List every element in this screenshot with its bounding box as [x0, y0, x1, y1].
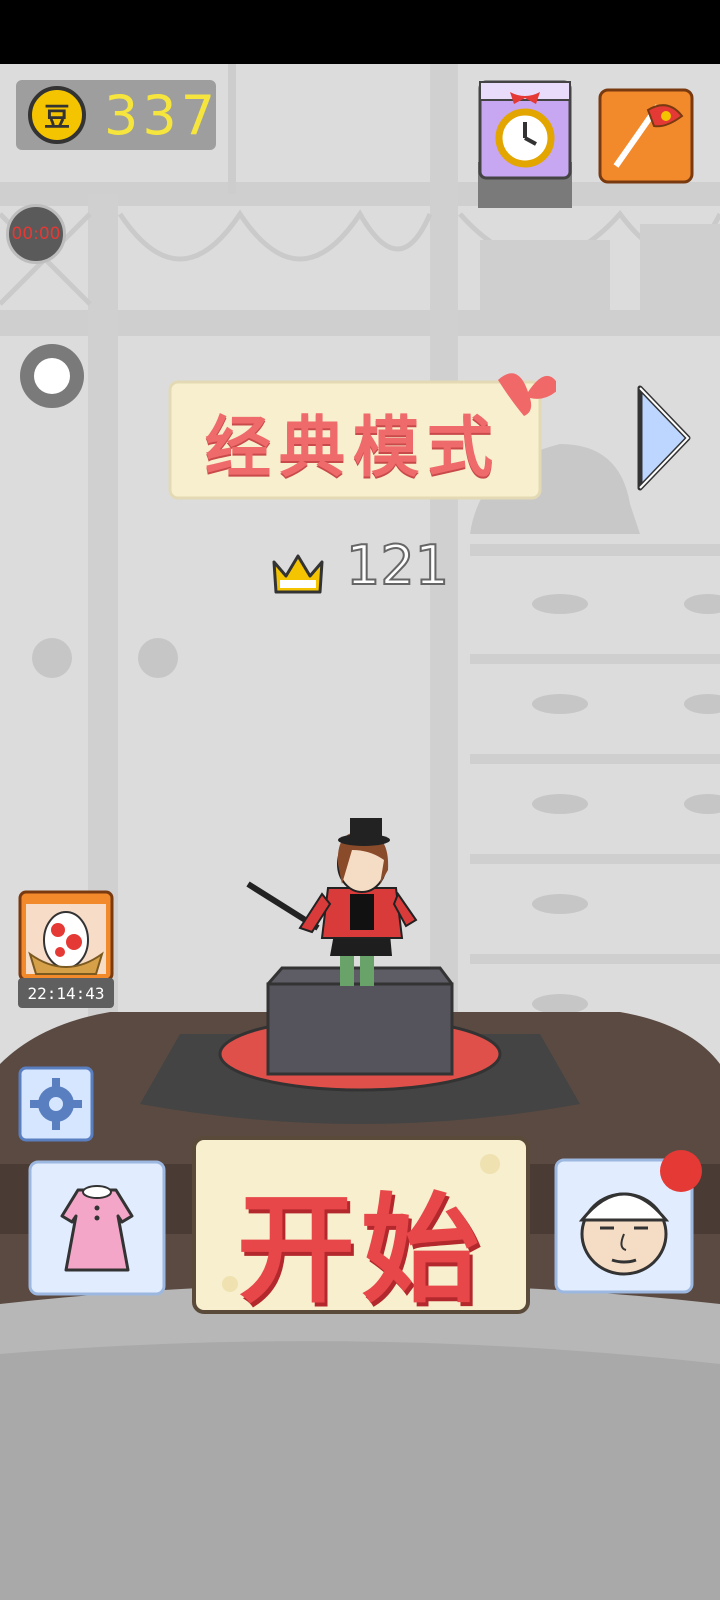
room-background	[0, 64, 720, 1600]
uncle-face-icon	[578, 1192, 670, 1276]
alarm-clock-icon[interactable]	[478, 78, 572, 208]
status-bar	[0, 0, 720, 64]
settings-button[interactable]	[18, 1066, 94, 1142]
mode-title: 经典模式	[205, 409, 501, 486]
timer-button[interactable]: 00:00	[6, 204, 66, 264]
record-button[interactable]	[20, 344, 84, 408]
best-score: 121	[345, 533, 450, 598]
record-icon	[34, 358, 70, 394]
egg-nest-icon[interactable]	[18, 890, 114, 990]
egg-countdown: 22:14:43	[18, 978, 114, 1008]
game-scene: 豆 337 00:00 经典模式 121 22:14:43 开始	[0, 64, 720, 1600]
mode-title-banner[interactable]: 经典模式	[168, 372, 556, 504]
timer-text: 00:00	[11, 224, 61, 244]
crown-icon	[272, 554, 324, 594]
start-button[interactable]: 开始	[190, 1134, 532, 1319]
coin-count: 337	[104, 84, 220, 147]
start-label: 开始	[236, 1181, 485, 1319]
coin-icon: 豆	[28, 86, 86, 144]
wardrobe-button[interactable]	[28, 1160, 166, 1296]
flag-icon[interactable]	[598, 88, 694, 184]
dress-icon	[60, 1185, 134, 1272]
chevron-right-icon[interactable]	[634, 382, 694, 494]
coin-glyph: 豆	[43, 102, 70, 133]
notification-badge	[660, 1150, 702, 1192]
coin-panel: 豆 337	[16, 80, 216, 150]
